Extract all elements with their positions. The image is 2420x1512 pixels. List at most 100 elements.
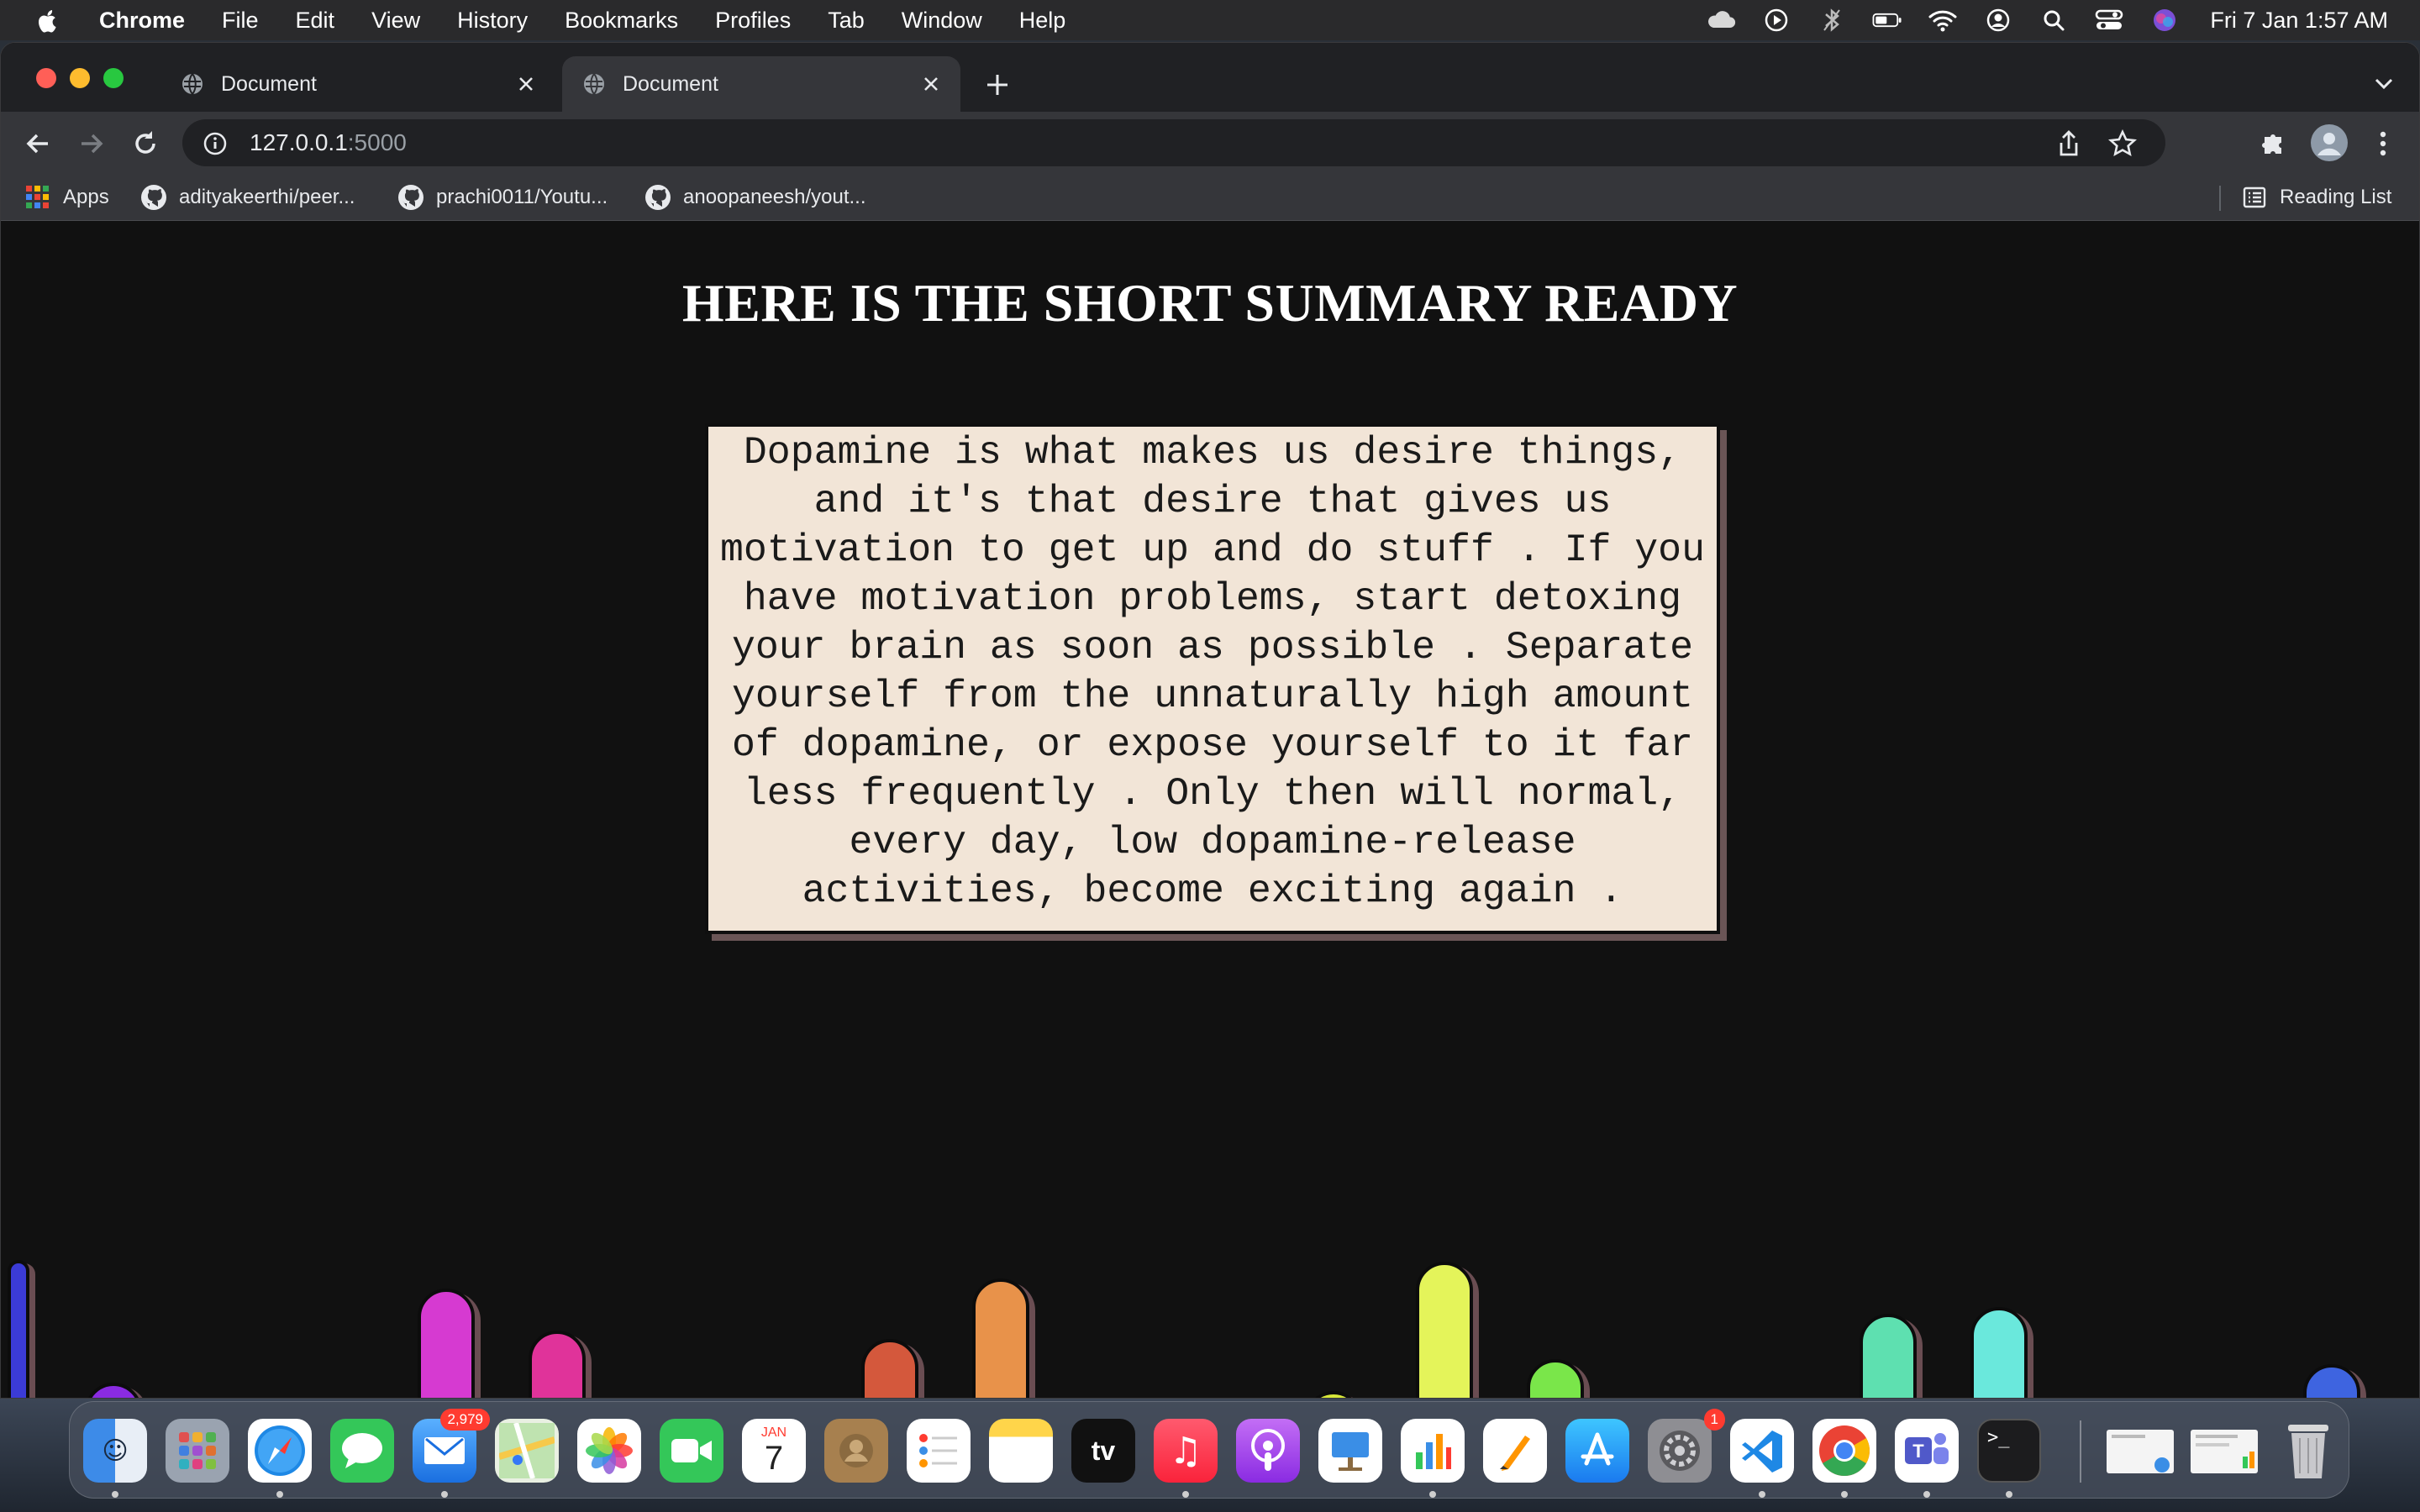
apple-logo-icon[interactable]	[34, 6, 62, 34]
clock[interactable]: Fri 7 Jan 1:57 AM	[2210, 8, 2388, 34]
siri-icon[interactable]	[2149, 5, 2180, 35]
url-host: 127.0.0.1	[250, 129, 348, 155]
new-tab-icon[interactable]	[984, 71, 1011, 98]
music-icon[interactable]: ♫	[1154, 1419, 1218, 1483]
share-icon[interactable]	[2056, 129, 2081, 158]
finder-icon[interactable]: ☺	[83, 1419, 147, 1483]
menu-window[interactable]: Window	[902, 8, 982, 34]
tab-document-2[interactable]: Document	[562, 56, 960, 112]
bookmark-adityakeerthi[interactable]: adityakeerthi/peer...	[140, 174, 355, 221]
reload-icon[interactable]	[129, 127, 162, 160]
svg-text:T: T	[1912, 1441, 1924, 1462]
reminders-icon[interactable]	[907, 1419, 971, 1483]
minimize-window-button[interactable]	[70, 68, 90, 88]
calendar-icon[interactable]: JAN 7	[742, 1419, 806, 1483]
user-icon[interactable]	[1983, 5, 2013, 35]
pages-icon[interactable]	[1483, 1419, 1547, 1483]
running-indicator	[1923, 1491, 1930, 1498]
bookmark-apps[interactable]: Apps	[24, 174, 109, 221]
reading-list-button[interactable]: Reading List	[2241, 174, 2391, 221]
chrome-icon[interactable]	[1812, 1419, 1876, 1483]
running-indicator	[1182, 1491, 1189, 1498]
forward-icon[interactable]	[75, 127, 108, 160]
close-window-button[interactable]	[36, 68, 56, 88]
bookmark-star-icon[interactable]	[2108, 129, 2137, 158]
menu-file[interactable]: File	[222, 8, 259, 34]
running-indicator	[112, 1491, 118, 1498]
calendar-day: 7	[764, 1440, 784, 1477]
screenshot-icon[interactable]	[2103, 1419, 2179, 1483]
back-icon[interactable]	[21, 127, 55, 160]
terminal-icon[interactable]: >_	[1977, 1419, 2041, 1483]
notes-icon[interactable]	[989, 1419, 1053, 1483]
status-area: Fri 7 Jan 1:57 AM	[1706, 0, 2388, 40]
bookmark-anoopaneesh[interactable]: anoopaneesh/yout...	[644, 174, 866, 221]
numbers-icon[interactable]	[1401, 1419, 1465, 1483]
chevron-down-icon[interactable]	[2372, 73, 2396, 93]
zoom-window-button[interactable]	[103, 68, 124, 88]
safari-icon[interactable]	[248, 1419, 312, 1483]
menu-profiles[interactable]: Profiles	[715, 8, 791, 34]
extensions-icon[interactable]	[2258, 127, 2290, 159]
facetime-icon[interactable]	[660, 1419, 723, 1483]
menu-history[interactable]: History	[457, 8, 528, 34]
app-menu-chrome[interactable]: Chrome	[99, 8, 185, 34]
apple-tv-label: tv	[1091, 1435, 1116, 1466]
play-icon[interactable]	[1761, 5, 1791, 35]
running-indicator	[1429, 1491, 1436, 1498]
messages-icon[interactable]	[330, 1419, 394, 1483]
podcasts-icon[interactable]	[1236, 1419, 1300, 1483]
bookmark-prachi0011[interactable]: prachi0011/Youtu...	[397, 174, 608, 221]
wifi-icon[interactable]	[1928, 5, 1958, 35]
teams-icon[interactable]: T	[1895, 1419, 1959, 1483]
url-port: :5000	[347, 129, 407, 155]
globe-icon	[182, 73, 203, 95]
decorative-bar	[529, 1331, 586, 1398]
tab-document-1[interactable]: Document	[160, 56, 555, 112]
trash-icon[interactable]	[2276, 1419, 2340, 1483]
page-title: HERE IS THE SHORT SUMMARY READY	[681, 273, 1739, 333]
more-menu-icon[interactable]	[2372, 127, 2394, 160]
github-icon	[645, 185, 671, 210]
browser-toolbar: 127.0.0.1:5000	[1, 112, 2419, 174]
menu-bookmarks[interactable]: Bookmarks	[565, 8, 678, 34]
control-center-icon[interactable]	[2094, 5, 2124, 35]
launchpad-icon[interactable]	[166, 1419, 229, 1483]
dock: ☺ 2,979 JAN 7 tv ♫ 1 T >_	[69, 1401, 2349, 1499]
running-indicator	[1759, 1491, 1765, 1498]
summary-text: Dopamine is what makes us desire things,…	[720, 430, 1705, 913]
decorative-bar	[1305, 1391, 1362, 1398]
decorative-bar	[2303, 1364, 2360, 1398]
web-page: HERE IS THE SHORT SUMMARY READY Dopamine…	[1, 222, 2419, 1398]
search-icon[interactable]	[2039, 5, 2069, 35]
contacts-icon[interactable]	[824, 1419, 888, 1483]
menu-edit[interactable]: Edit	[296, 8, 335, 34]
screenshot-icon[interactable]	[2187, 1419, 2263, 1483]
bluetooth-icon[interactable]	[1817, 5, 1847, 35]
dock-divider	[2080, 1420, 2081, 1483]
bookmark-label: anoopaneesh/yout...	[683, 186, 866, 208]
cloud-icon[interactable]	[1706, 5, 1736, 35]
mail-icon[interactable]: 2,979	[413, 1409, 490, 1483]
close-tab-icon[interactable]	[920, 73, 942, 95]
keynote-icon[interactable]	[1318, 1419, 1382, 1483]
close-tab-icon[interactable]	[515, 73, 537, 95]
menu-tab[interactable]: Tab	[828, 8, 865, 34]
vscode-icon[interactable]	[1730, 1419, 1794, 1483]
settings-badge: 1	[1703, 1409, 1725, 1431]
menu-view[interactable]: View	[371, 8, 420, 34]
bookmark-label: Apps	[63, 186, 109, 208]
bookmark-label: adityakeerthi/peer...	[179, 186, 355, 208]
battery-icon[interactable]	[1872, 5, 1902, 35]
apple-tv-icon[interactable]: tv	[1071, 1419, 1135, 1483]
info-icon[interactable]	[203, 131, 228, 156]
maps-icon[interactable]	[495, 1419, 559, 1483]
profile-avatar[interactable]	[2310, 123, 2349, 162]
address-bar[interactable]: 127.0.0.1:5000	[182, 119, 2165, 166]
system-preferences-icon[interactable]: 1	[1648, 1409, 1725, 1483]
app-store-icon[interactable]	[1565, 1419, 1629, 1483]
menu-help[interactable]: Help	[1019, 8, 1066, 34]
photos-icon[interactable]	[577, 1419, 641, 1483]
bookmarks-bar: Apps adityakeerthi/peer... prachi0011/Yo…	[1, 174, 2419, 221]
summary-box: Dopamine is what makes us desire things,…	[705, 423, 1720, 934]
